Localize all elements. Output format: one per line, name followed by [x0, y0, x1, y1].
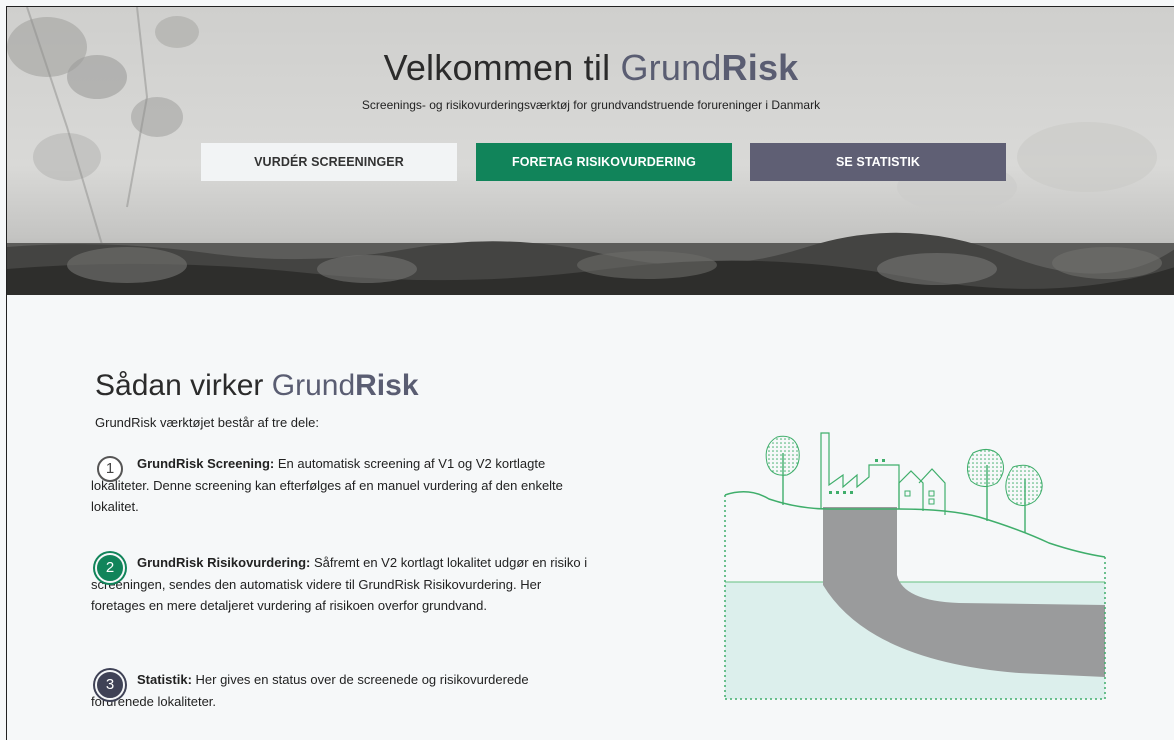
hero-title-prefix: Velkommen til	[383, 47, 621, 88]
hero-brand-bold: Risk	[721, 47, 799, 88]
step-label: Statistik:	[137, 672, 192, 687]
step-number-badge: 2	[97, 555, 123, 581]
step-number-badge: 1	[97, 456, 123, 482]
step-description: GrundRisk Risikovurdering: Såfremt en V2…	[91, 552, 591, 617]
hero-banner: Velkommen til GrundRisk Screenings- og r…	[7, 7, 1174, 295]
step-label: GrundRisk Screening:	[137, 456, 275, 471]
step-number-badge: 3	[97, 672, 123, 698]
section-brand-light: Grund	[271, 369, 356, 402]
hero-brand: GrundRisk	[620, 47, 798, 88]
step-risk-assessment: 2 GrundRisk Risikovurdering: Såfremt en …	[91, 552, 591, 617]
section-brand-bold: Risk	[355, 369, 419, 402]
statistics-button[interactable]: SE STATISTIK	[750, 143, 1006, 181]
section-title: Sådan virker GrundRisk	[95, 369, 419, 403]
evaluate-screenings-button[interactable]: VURDÉR SCREENINGER	[201, 143, 457, 181]
section-brand: GrundRisk	[272, 369, 419, 402]
step-description: GrundRisk Screening: En automatisk scree…	[91, 453, 591, 518]
page-frame: Velkommen til GrundRisk Screenings- og r…	[6, 6, 1174, 740]
hero-subtitle: Screenings- og risikovurderingsværktøj f…	[361, 98, 821, 112]
section-title-prefix: Sådan virker	[95, 369, 272, 402]
step-screening: 1 GrundRisk Screening: En automatisk scr…	[91, 453, 591, 518]
risk-assessment-button[interactable]: FORETAG RISIKOVURDERING	[476, 143, 732, 181]
hero-brand-light: Grund	[620, 47, 722, 88]
step-label: GrundRisk Risikovurdering:	[137, 555, 311, 570]
hero-title: Velkommen til GrundRisk	[7, 47, 1174, 89]
step-description: Statistik: Her gives en status over de s…	[91, 669, 591, 712]
step-statistics: 3 Statistik: Her gives en status over de…	[91, 669, 591, 712]
contamination-plume-illustration	[724, 432, 1106, 700]
intro-text: GrundRisk værktøjet består af tre dele:	[95, 415, 319, 430]
